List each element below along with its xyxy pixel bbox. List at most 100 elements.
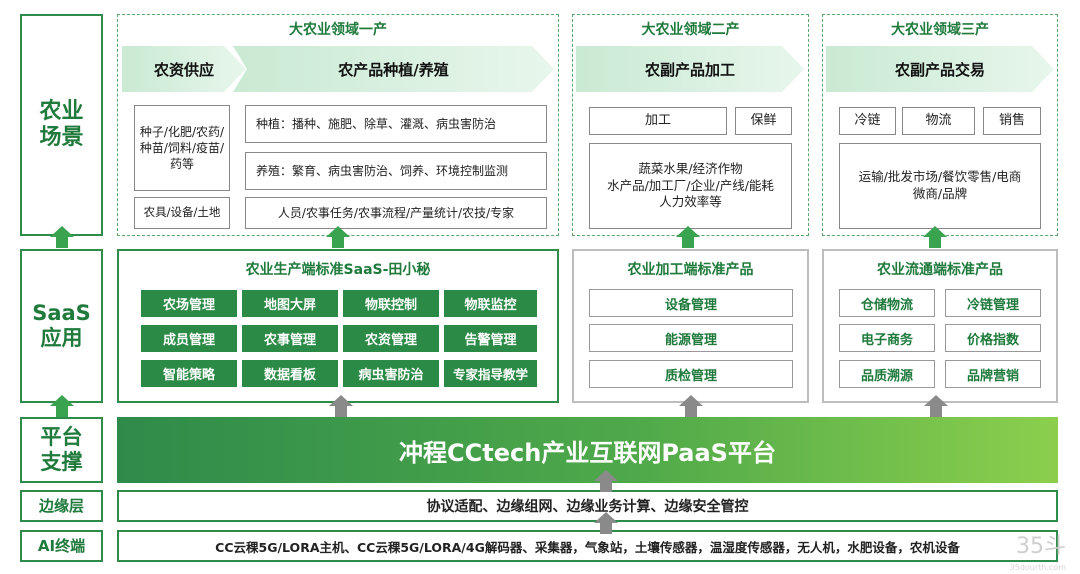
layer-label-scene: 农业场景	[20, 14, 103, 236]
arrow-up-icon	[679, 395, 703, 417]
tag-sales: 销售	[983, 107, 1041, 135]
stage-processing-label: 农副产品加工	[644, 60, 735, 79]
domain-primary-title: 大农业领域一产	[289, 22, 387, 38]
module-map-screen[interactable]: 地图大屏	[242, 290, 338, 317]
processing-detail: 蔬菜水果/经济作物 水产品/加工厂/企业/产线/能耗 人力效率等	[589, 143, 792, 229]
arrow-up-icon	[676, 226, 700, 248]
breeding-detail: 养殖：繁育、病虫害防治、饲养、环境控制监测	[245, 152, 547, 190]
module-member-management-label: 成员管理	[162, 333, 215, 348]
module-ecommerce-label: 电子商务	[860, 332, 913, 348]
module-brand-marketing[interactable]: 品牌营销	[945, 360, 1041, 388]
module-input-management-label: 农资管理	[364, 333, 417, 348]
layer-label-platform-text: 平台支撑	[40, 424, 83, 474]
arrow-up-icon	[50, 395, 74, 417]
layer-label-terminal-text: AI终端	[37, 537, 86, 555]
module-data-dashboard-label: 数据看板	[263, 368, 316, 383]
layer-label-edge: 边缘层	[20, 490, 103, 522]
trading-detail-line-1: 运输/批发市场/餐饮零售/电商	[858, 169, 1022, 185]
tag-coldchain-text: 冷链	[854, 113, 881, 129]
module-price-index-label: 价格指数	[966, 332, 1019, 348]
module-member-management[interactable]: 成员管理	[141, 325, 237, 352]
module-price-index[interactable]: 价格指数	[945, 324, 1041, 352]
terminal-row: CC云稞5G/LORA主机、CC云稞5G/LORA/4G解码器、采集器，气象站，…	[117, 530, 1058, 562]
supply-item-inputs: 种子/化肥/农药/种苗/饲料/疫苗/药等	[134, 105, 230, 191]
supply-item-inputs-text: 种子/化肥/农药/种苗/饲料/疫苗/药等	[139, 124, 225, 172]
arrow-up-icon	[50, 226, 74, 248]
arrow-up-icon	[594, 512, 618, 534]
module-equipment-management-label: 设备管理	[664, 297, 717, 313]
module-iot-monitor[interactable]: 物联监控	[444, 290, 537, 317]
module-quality-management-label: 质检管理	[664, 368, 717, 384]
layer-label-edge-text: 边缘层	[38, 497, 84, 515]
module-coldchain-management-label: 冷链管理	[966, 297, 1019, 313]
module-brand-marketing-label: 品牌营销	[966, 368, 1019, 384]
breeding-detail-text: 养殖：繁育、病虫害防治、饲养、环境控制监测	[256, 163, 509, 178]
arrow-up-icon	[594, 470, 618, 492]
watermark-url: 35dourth.com	[1009, 563, 1066, 572]
module-smart-strategy-label: 智能策略	[162, 368, 215, 383]
trading-detail-line-2: 微商/品牌	[912, 186, 968, 201]
layer-label-saas: SaaS应用	[20, 249, 103, 403]
module-quality-tracing[interactable]: 品质溯源	[839, 360, 935, 388]
processing-detail-line-3: 人力效率等	[659, 194, 722, 210]
module-energy-management-label: 能源管理	[664, 332, 717, 348]
saas-processing-title: 农业加工端标准产品	[627, 262, 754, 278]
tag-preserve-text: 保鲜	[750, 113, 777, 129]
module-quality-management[interactable]: 质检管理	[589, 360, 793, 388]
module-smart-strategy[interactable]: 智能策略	[141, 360, 237, 387]
module-warehouse-logistics-label: 仓储物流	[860, 297, 913, 313]
module-coldchain-management[interactable]: 冷链管理	[945, 289, 1041, 317]
terminal-row-text: CC云稞5G/LORA主机、CC云稞5G/LORA/4G解码器、采集器，气象站，…	[215, 539, 960, 555]
module-farming-management-label: 农事管理	[263, 333, 316, 348]
module-ecommerce[interactable]: 电子商务	[839, 324, 935, 352]
module-expert-teaching-label: 专家指导教学	[452, 367, 528, 382]
module-input-management[interactable]: 农资管理	[343, 325, 439, 352]
arrow-up-icon	[924, 395, 948, 417]
planting-detail-text: 种植：播种、施肥、除草、灌溉、病虫害防治	[256, 116, 497, 131]
tag-process-text: 加工	[644, 113, 671, 129]
layer-label-terminal: AI终端	[20, 530, 103, 562]
module-warehouse-logistics[interactable]: 仓储物流	[839, 289, 935, 317]
module-iot-monitor-label: 物联监控	[464, 298, 517, 313]
module-iot-control[interactable]: 物联控制	[343, 290, 439, 317]
module-farm-management[interactable]: 农场管理	[141, 290, 237, 317]
supply-item-tools-text: 农具/设备/土地	[143, 205, 221, 220]
layer-label-saas-text: SaaS应用	[32, 300, 91, 350]
module-data-dashboard[interactable]: 数据看板	[242, 360, 338, 387]
module-alert-management-label: 告警管理	[464, 333, 517, 348]
tag-logistics-text: 物流	[925, 113, 952, 129]
module-expert-teaching[interactable]: 专家指导教学	[444, 360, 537, 387]
tag-logistics: 物流	[902, 107, 975, 135]
module-iot-control-label: 物联控制	[364, 298, 417, 313]
watermark-logo: 35斗	[1016, 534, 1066, 559]
layer-label-platform: 平台支撑	[20, 417, 103, 483]
arrow-up-icon	[326, 226, 350, 248]
stage-planting: 农产品种植/养殖	[233, 46, 554, 92]
stage-supply-label: 农资供应	[153, 60, 214, 79]
platform-bar: 冲程CCtech产业互联网PaaS平台	[117, 417, 1058, 483]
stage-supply: 农资供应	[122, 46, 246, 92]
module-energy-management[interactable]: 能源管理	[589, 324, 793, 352]
arrow-up-icon	[923, 226, 947, 248]
module-farming-management[interactable]: 农事管理	[242, 325, 338, 352]
stage-trading-label: 农副产品交易	[894, 60, 985, 79]
domain-secondary-title: 大农业领域二产	[641, 22, 740, 38]
module-equipment-management[interactable]: 设备管理	[589, 289, 793, 317]
tag-sales-text: 销售	[998, 113, 1025, 129]
planting-detail: 种植：播种、施肥、除草、灌溉、病虫害防治	[245, 105, 547, 143]
module-map-screen-label: 地图大屏	[263, 298, 316, 313]
tag-preserve: 保鲜	[735, 107, 792, 135]
module-pest-control-label: 病虫害防治	[358, 368, 424, 383]
edge-row: 协议适配、边缘组网、边缘业务计算、边缘安全管控	[117, 490, 1058, 522]
tag-process: 加工	[589, 107, 727, 135]
saas-production-title: 农业生产端标准SaaS-田小秘	[245, 262, 431, 278]
module-farm-management-label: 农场管理	[162, 298, 215, 313]
stage-trading: 农副产品交易	[826, 46, 1054, 92]
stage-planting-label: 农产品种植/养殖	[338, 60, 449, 79]
saas-circulation-title: 农业流通端标准产品	[877, 262, 1003, 278]
trading-detail: 运输/批发市场/餐饮零售/电商 微商/品牌	[839, 143, 1041, 229]
supply-item-tools: 农具/设备/土地	[134, 197, 230, 229]
module-alert-management[interactable]: 告警管理	[444, 325, 537, 352]
module-pest-control[interactable]: 病虫害防治	[343, 360, 439, 387]
people-detail: 人员/农事任务/农事流程/产量统计/农技/专家	[245, 197, 547, 229]
